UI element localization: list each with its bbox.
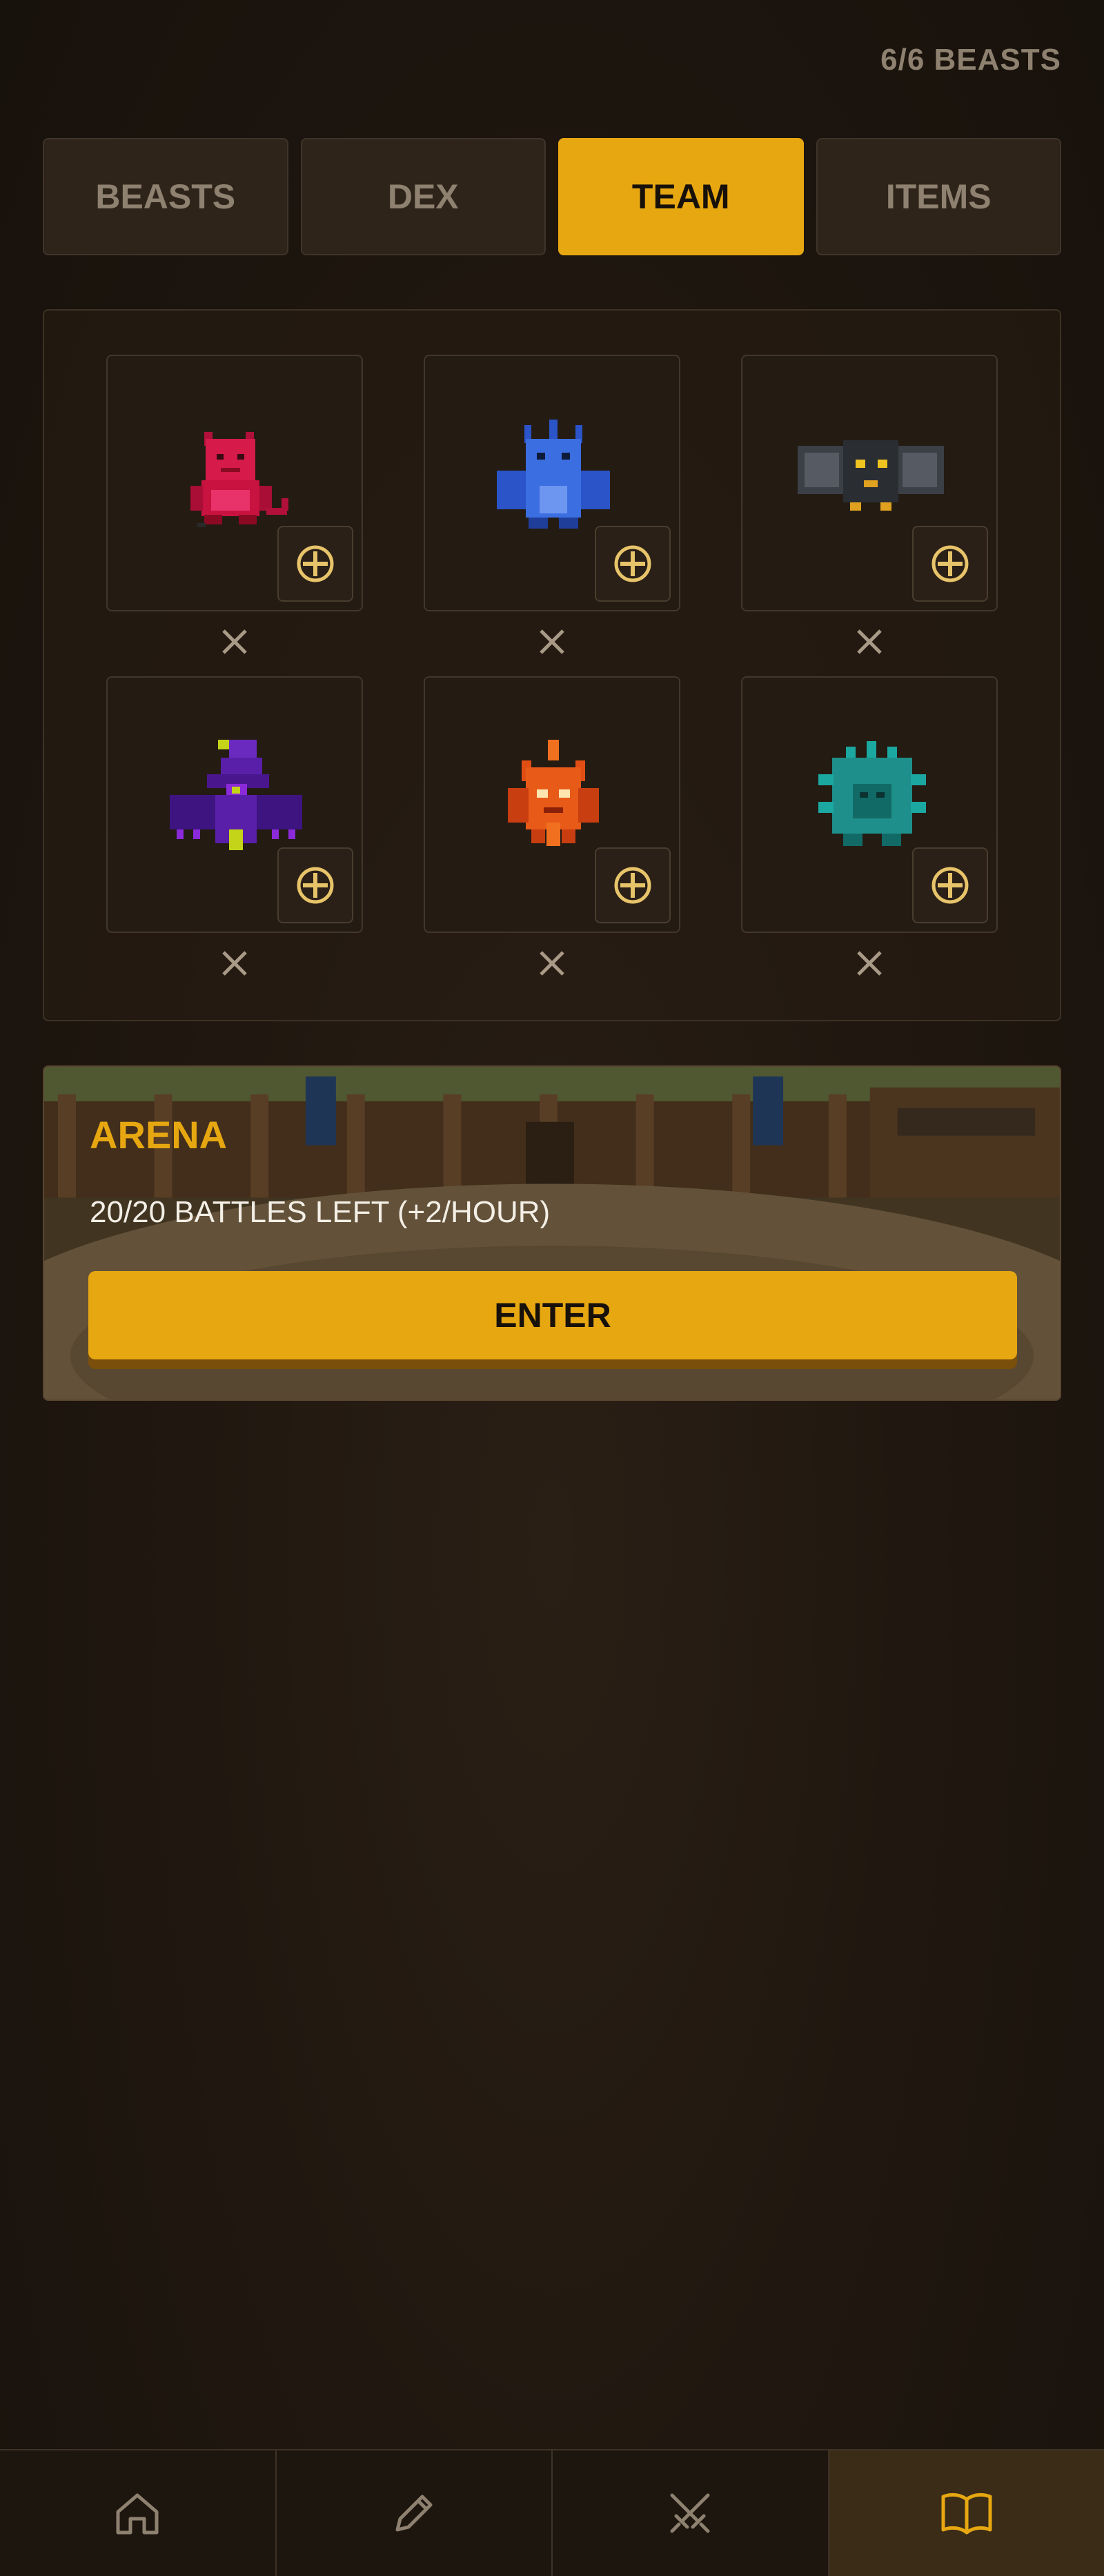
team-slot-5[interactable] [424, 676, 680, 933]
tab-bar: BEASTS DEX TEAM ITEMS [43, 138, 1061, 255]
plus-circle-icon [931, 545, 969, 582]
arena-battles-left: 20/20 BATTLES LEFT (+2/HOUR) [90, 1195, 551, 1229]
close-icon [222, 629, 247, 654]
remove-slot-1-button[interactable] [214, 621, 255, 662]
add-beast-button[interactable] [277, 847, 353, 923]
tab-items[interactable]: ITEMS [816, 138, 1061, 255]
close-icon [540, 629, 564, 654]
remove-slot-3-button[interactable] [849, 621, 890, 662]
enter-arena-button[interactable]: ENTER [88, 1271, 1017, 1359]
plus-circle-icon [297, 867, 334, 904]
team-panel [43, 309, 1061, 1021]
pencil-icon [395, 2495, 433, 2532]
plus-circle-icon [614, 867, 651, 904]
beast-count: 6/6 BEASTS [880, 43, 1061, 77]
tab-beasts[interactable]: BEASTS [43, 138, 288, 255]
add-beast-button[interactable] [277, 526, 353, 602]
arena-card: ARENA 20/20 BATTLES LEFT (+2/HOUR) ENTER [43, 1065, 1061, 1401]
close-icon [857, 951, 882, 976]
tab-team[interactable]: TEAM [558, 138, 804, 255]
open-book-icon [941, 2493, 992, 2535]
remove-slot-4-button[interactable] [214, 943, 255, 984]
close-icon [540, 951, 564, 976]
close-icon [857, 629, 882, 654]
add-beast-button[interactable] [912, 526, 988, 602]
team-slot-2[interactable] [424, 355, 680, 611]
nav-home[interactable] [0, 2450, 277, 2576]
close-icon [222, 951, 247, 976]
add-beast-button[interactable] [595, 526, 671, 602]
remove-slot-2-button[interactable] [531, 621, 573, 662]
add-beast-button[interactable] [595, 847, 671, 923]
bottom-nav [0, 2449, 1104, 2576]
arena-title: ARENA [90, 1113, 228, 1157]
plus-circle-icon [931, 867, 969, 904]
add-beast-button[interactable] [912, 847, 988, 923]
tab-dex[interactable]: DEX [300, 138, 546, 255]
team-slot-6[interactable] [741, 676, 998, 933]
team-slot-3[interactable] [741, 355, 998, 611]
nav-battle[interactable] [553, 2450, 829, 2576]
crossed-swords-icon [670, 2493, 710, 2533]
team-slot-4[interactable] [106, 676, 363, 933]
team-slot-1[interactable] [106, 355, 363, 611]
remove-slot-6-button[interactable] [849, 943, 890, 984]
nav-edit[interactable] [277, 2450, 553, 2576]
plus-circle-icon [614, 545, 651, 582]
nav-book[interactable] [829, 2450, 1104, 2576]
remove-slot-5-button[interactable] [531, 943, 573, 984]
home-icon [116, 2493, 159, 2535]
plus-circle-icon [297, 545, 334, 582]
